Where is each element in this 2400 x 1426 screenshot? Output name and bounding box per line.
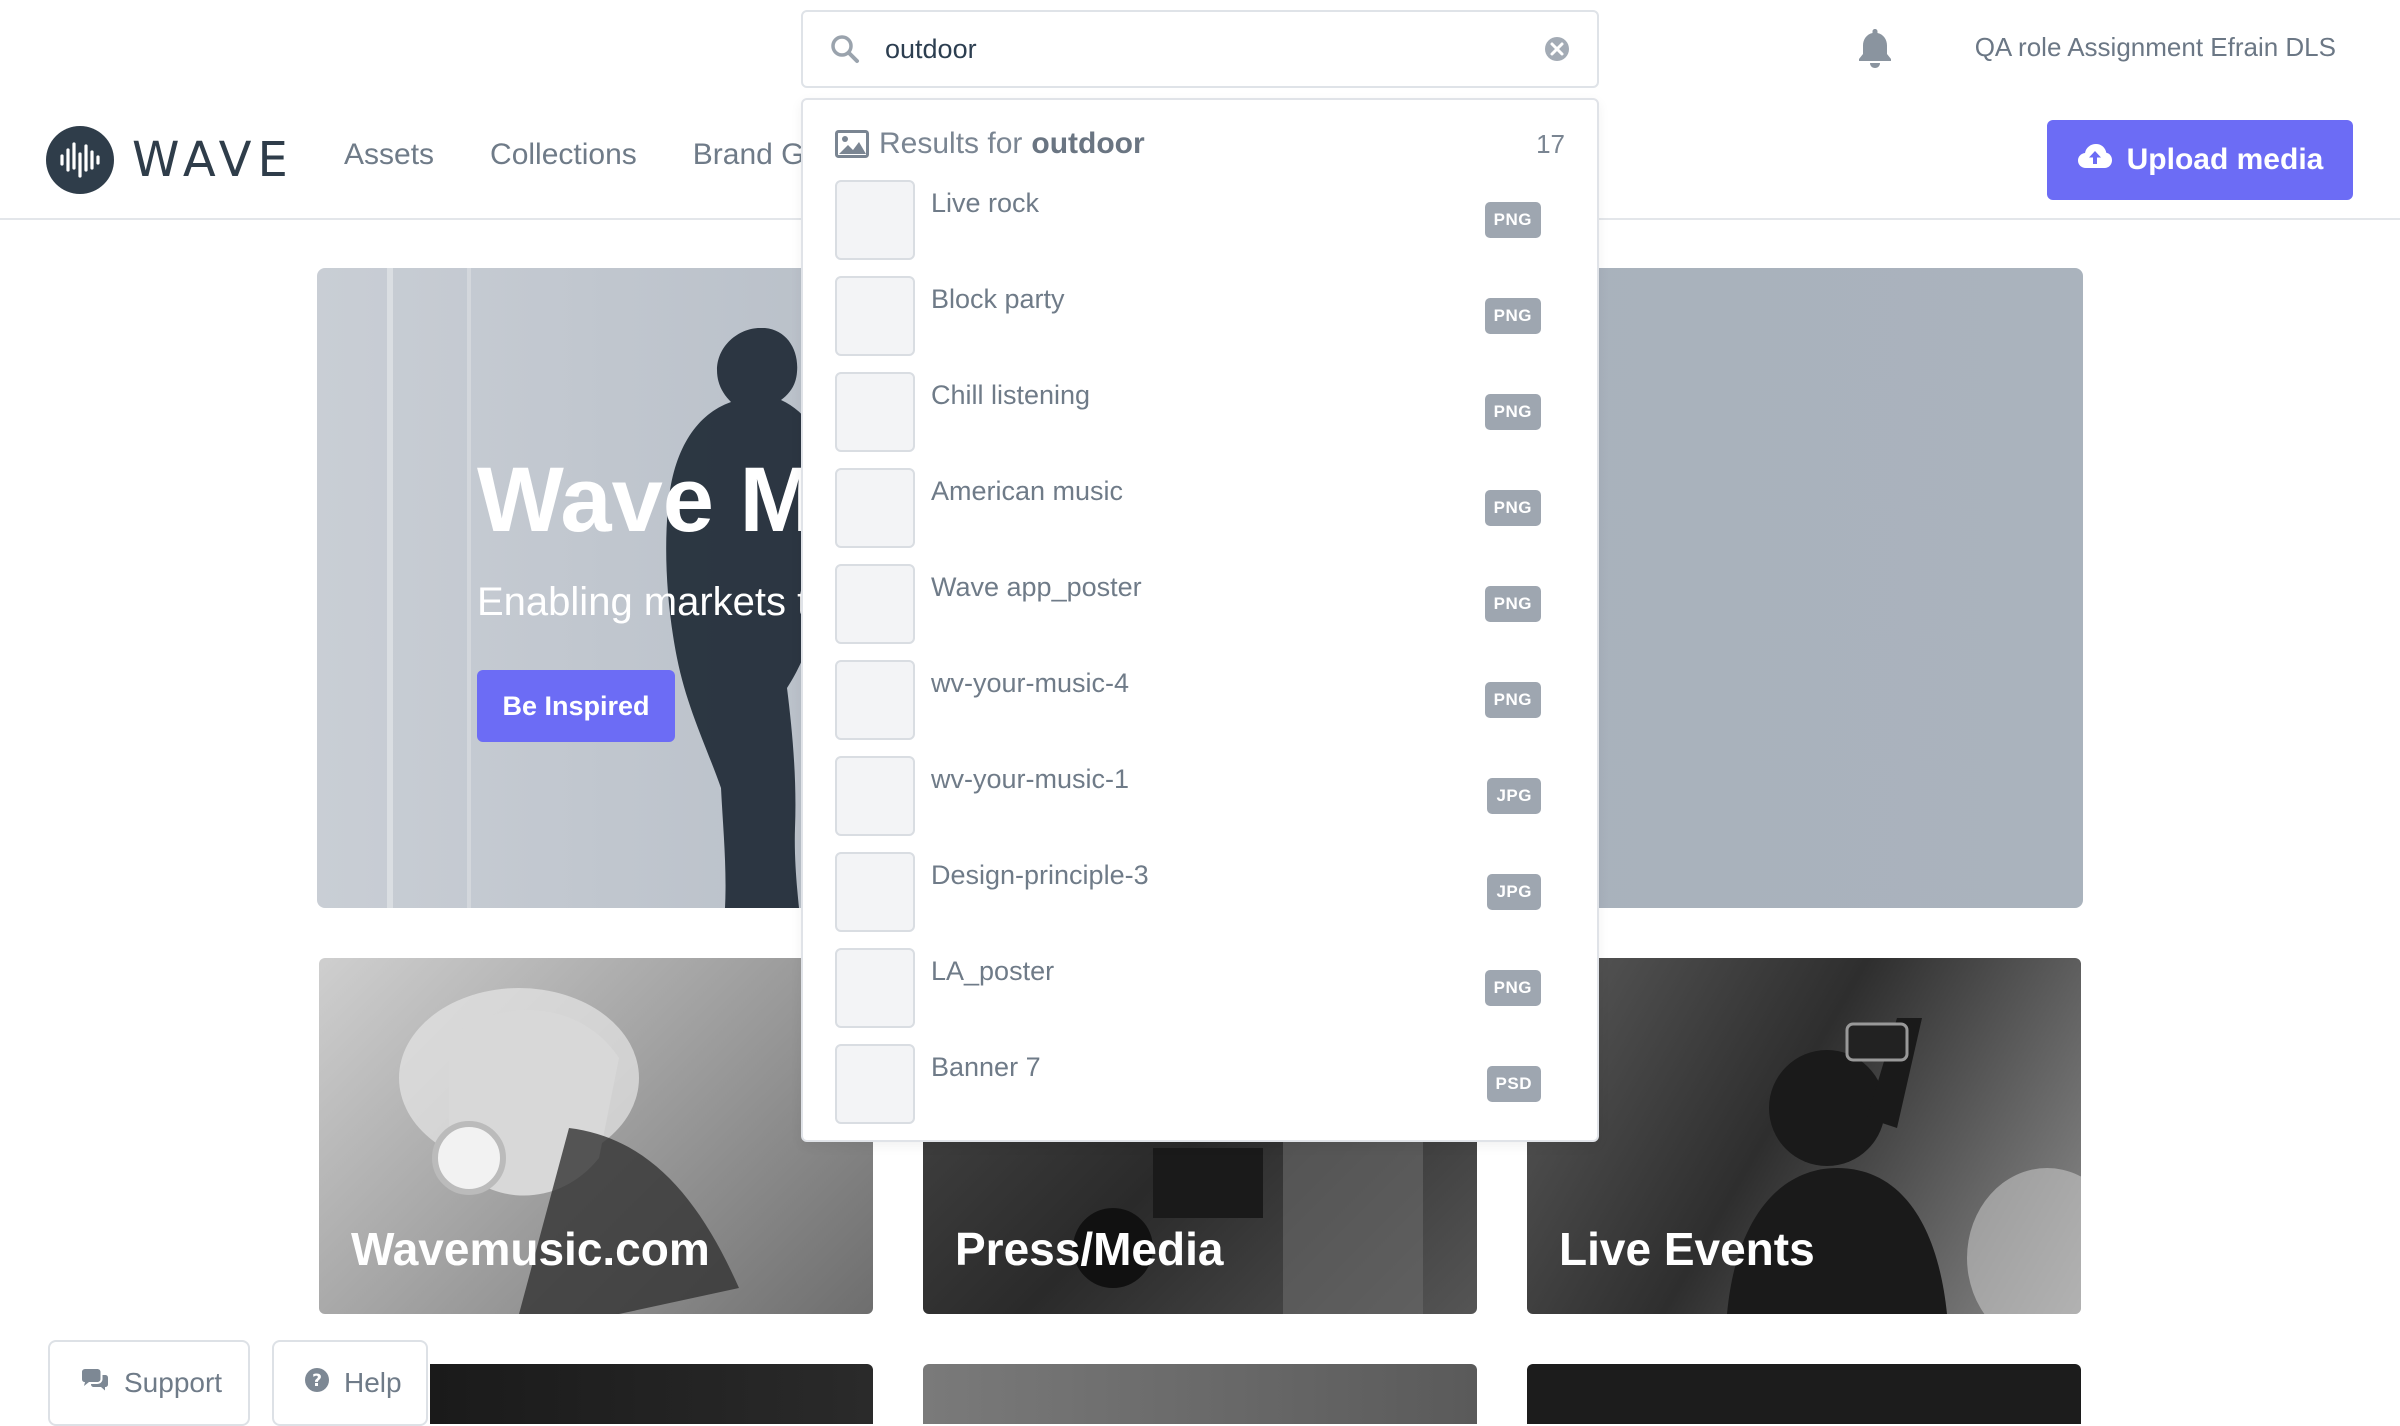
results-prefix: Results for bbox=[879, 127, 1023, 160]
result-thumbnail bbox=[835, 276, 915, 356]
nav-collections[interactable]: Collections bbox=[490, 138, 637, 172]
file-type-badge: JPG bbox=[1487, 874, 1541, 910]
chat-bubbles-icon bbox=[80, 1367, 110, 1399]
file-type-badge: PNG bbox=[1484, 970, 1541, 1006]
result-item[interactable]: Banner 7 PSD bbox=[835, 1044, 1569, 1140]
result-name: Wave app_poster bbox=[931, 572, 1142, 602]
card-bottom-row[interactable] bbox=[923, 1364, 1477, 1424]
file-type-badge: JPG bbox=[1487, 778, 1541, 814]
result-item[interactable]: Block party PNG bbox=[835, 276, 1569, 372]
user-name[interactable]: QA role Assignment Efrain DLS bbox=[1975, 32, 2336, 63]
card-bottom-row[interactable] bbox=[1527, 1364, 2081, 1424]
result-name: Design-principle-3 bbox=[931, 860, 1149, 890]
result-item[interactable]: Live rock PNG bbox=[835, 180, 1569, 276]
be-inspired-button[interactable]: Be Inspired bbox=[477, 670, 675, 742]
file-type-badge: PNG bbox=[1484, 202, 1541, 238]
file-type-badge: PNG bbox=[1484, 586, 1541, 622]
result-thumbnail bbox=[835, 660, 915, 740]
result-name: Block party bbox=[931, 284, 1065, 314]
support-button[interactable]: Support bbox=[48, 1340, 250, 1426]
results-list: Live rock PNG Block party PNG Chill list… bbox=[835, 180, 1569, 1140]
card-label: Live Events bbox=[1559, 1223, 1815, 1275]
support-label: Support bbox=[124, 1367, 223, 1398]
help-button[interactable]: ? Help bbox=[272, 1340, 428, 1426]
result-item[interactable]: Wave app_poster PNG bbox=[835, 564, 1569, 660]
card-live-events[interactable]: Live Events bbox=[1527, 958, 2081, 1314]
clear-icon[interactable] bbox=[1541, 33, 1573, 65]
bell-icon[interactable] bbox=[1852, 24, 1898, 72]
nav-brand-guidelines[interactable]: Brand G bbox=[693, 138, 805, 172]
result-thumbnail bbox=[835, 948, 915, 1028]
result-name: LA_poster bbox=[931, 956, 1055, 986]
result-thumbnail bbox=[835, 1044, 915, 1124]
search-box[interactable] bbox=[801, 10, 1599, 88]
hero-subtitle: Enabling markets t bbox=[477, 580, 809, 624]
hero-decor-line bbox=[387, 268, 393, 908]
result-thumbnail bbox=[835, 372, 915, 452]
result-thumbnail bbox=[835, 180, 915, 260]
waveform-logo-icon bbox=[46, 126, 114, 194]
result-item[interactable]: Chill listening PNG bbox=[835, 372, 1569, 468]
result-item[interactable]: wv-your-music-1 JPG bbox=[835, 756, 1569, 852]
file-type-badge: PNG bbox=[1484, 682, 1541, 718]
main-nav: Assets Collections Brand G bbox=[344, 138, 805, 172]
result-item[interactable]: wv-your-music-4 PNG bbox=[835, 660, 1569, 756]
file-type-badge: PSD bbox=[1486, 1066, 1541, 1102]
result-name: Chill listening bbox=[931, 380, 1091, 410]
result-item[interactable]: LA_poster PNG bbox=[835, 948, 1569, 1044]
card-label: Press/Media bbox=[955, 1223, 1224, 1275]
image-icon bbox=[835, 129, 871, 159]
logo-text: WAVE bbox=[132, 132, 294, 188]
result-thumbnail bbox=[835, 468, 915, 548]
wave-logo[interactable]: WAVE bbox=[46, 126, 294, 194]
file-type-badge: PNG bbox=[1484, 490, 1541, 526]
result-name: American music bbox=[931, 476, 1124, 506]
result-item[interactable]: American music PNG bbox=[835, 468, 1569, 564]
result-thumbnail bbox=[835, 852, 915, 932]
result-name: wv-your-music-4 bbox=[931, 668, 1130, 698]
results-header: Results for outdoor 17 bbox=[835, 124, 1565, 164]
search-input[interactable] bbox=[883, 32, 1541, 66]
cloud-upload-icon bbox=[2077, 142, 2113, 178]
search-icon bbox=[825, 29, 865, 69]
result-name: Live rock bbox=[931, 188, 1040, 218]
result-item[interactable]: Design-principle-3 JPG bbox=[835, 852, 1569, 948]
result-name: Banner 7 bbox=[931, 1052, 1041, 1082]
file-type-badge: PNG bbox=[1484, 298, 1541, 334]
question-circle-icon: ? bbox=[304, 1367, 330, 1400]
upload-label: Upload media bbox=[2126, 143, 2324, 176]
results-query: outdoor bbox=[1031, 127, 1145, 160]
help-label: Help bbox=[344, 1367, 402, 1398]
nav-assets[interactable]: Assets bbox=[344, 138, 434, 172]
card-label: Wavemusic.com bbox=[351, 1223, 710, 1275]
result-name: wv-your-music-1 bbox=[931, 764, 1130, 794]
svg-text:?: ? bbox=[312, 1371, 322, 1391]
result-thumbnail bbox=[835, 564, 915, 644]
card-wavemusic[interactable]: Wavemusic.com bbox=[319, 958, 873, 1314]
file-type-badge: PNG bbox=[1484, 394, 1541, 430]
results-count: 17 bbox=[1536, 128, 1565, 159]
search-results-dropdown: Results for outdoor 17 Live rock PNG Blo… bbox=[801, 98, 1599, 1142]
hero-decor-line bbox=[467, 268, 471, 908]
result-thumbnail bbox=[835, 756, 915, 836]
upload-media-button[interactable]: Upload media bbox=[2047, 120, 2353, 200]
